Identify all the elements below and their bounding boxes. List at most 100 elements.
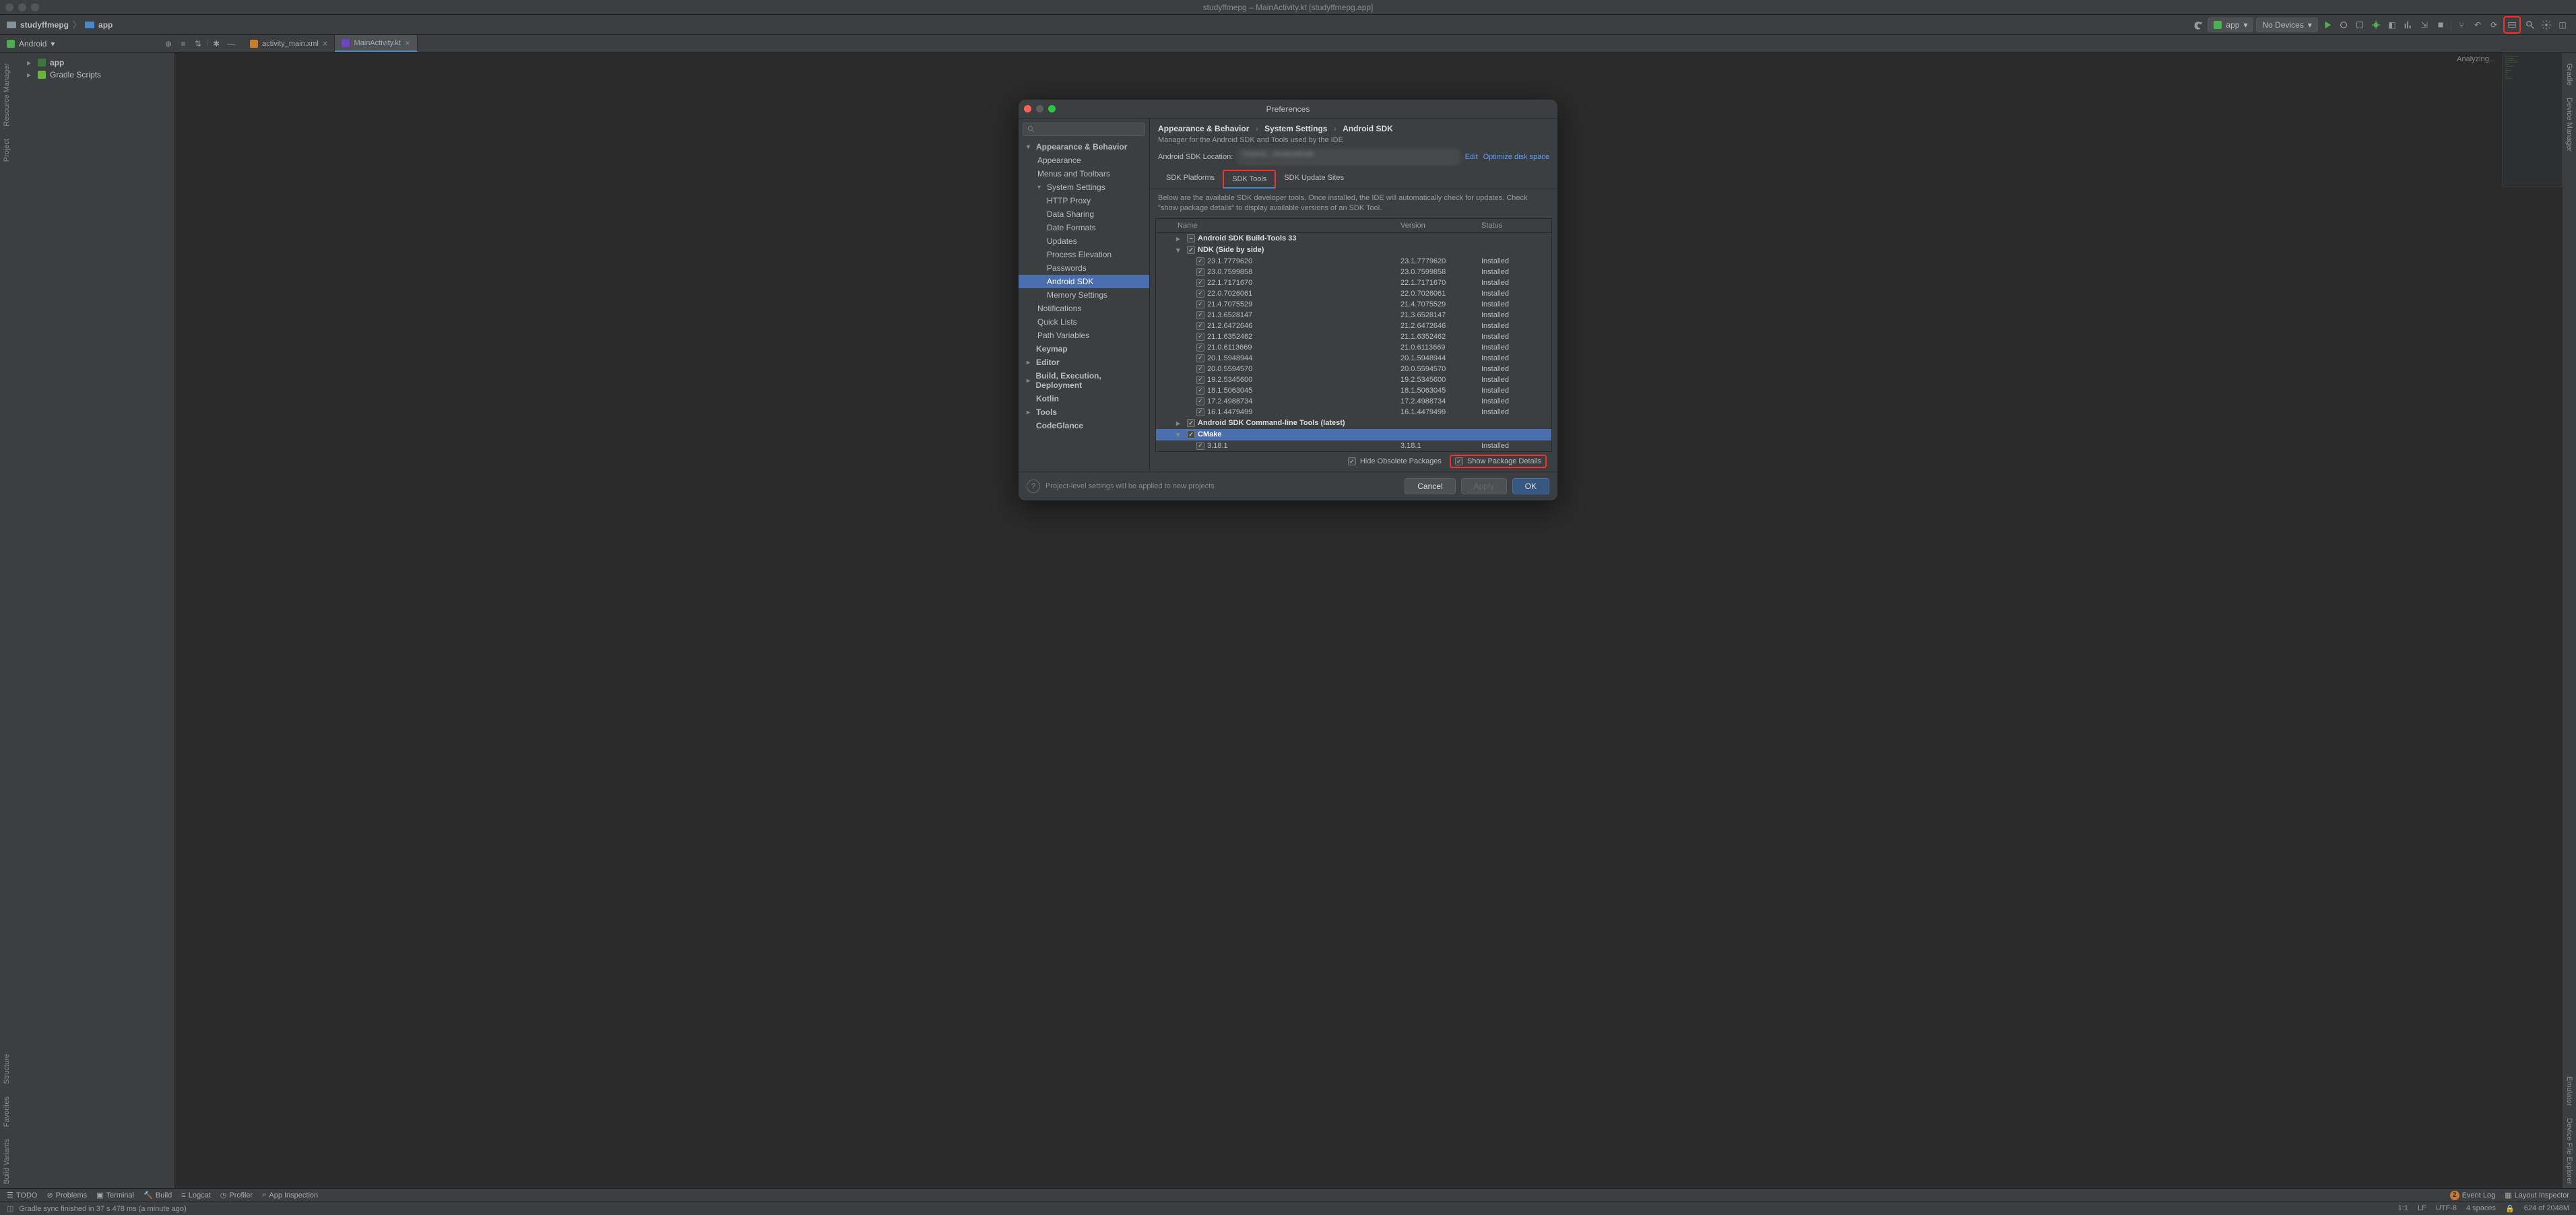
package-item-21-4-7075529[interactable]: 21.4.707552921.4.7075529Installed [1156,299,1551,310]
help-icon[interactable]: ? [1027,480,1040,493]
checkbox-icon[interactable] [1455,457,1463,465]
checkbox-icon[interactable] [1196,279,1204,287]
checkbox-icon[interactable] [1187,430,1195,438]
settings-item-android-sdk[interactable]: Android SDK [1019,275,1149,288]
lock-icon[interactable]: 🔒 [2505,1204,2515,1213]
settings-item-http-proxy[interactable]: HTTP Proxy [1019,194,1149,207]
max-dot[interactable] [31,3,39,11]
checkbox-icon[interactable] [1196,343,1204,352]
tool-profiler[interactable]: ◷ Profiler [220,1191,253,1200]
col-status[interactable]: Status [1477,219,1551,232]
ok-button[interactable]: OK [1512,478,1549,494]
checkbox-icon[interactable] [1196,322,1204,330]
git-icon[interactable]: ⑂ [2455,18,2468,32]
bc-b[interactable]: System Settings [1264,124,1327,133]
cancel-button[interactable]: Cancel [1405,478,1455,494]
package-item-18-1-5063045[interactable]: 18.1.506304518.1.5063045Installed [1156,385,1551,396]
settings-item-notifications[interactable]: Notifications [1019,302,1149,315]
chevron-icon[interactable]: ▸ [1176,234,1184,243]
checkbox-icon[interactable] [1196,311,1204,319]
package-item-23-1-7779620[interactable]: 23.1.777962023.1.7779620Installed [1156,256,1551,267]
status-encoding[interactable]: UTF-8 [2436,1204,2457,1213]
settings-item-appearance-behavior[interactable]: ▾Appearance & Behavior [1019,140,1149,154]
package-group-cmake[interactable]: ▾CMake [1156,429,1551,440]
apply-button[interactable]: Apply [1461,478,1507,494]
debug-icon[interactable] [2369,18,2383,32]
package-group-android-sdk-build-tools-33[interactable]: ▸Android SDK Build-Tools 33 [1156,233,1551,244]
col-name[interactable]: Name [1156,219,1396,232]
package-item-19-2-5345600[interactable]: 19.2.534560019.2.5345600Installed [1156,374,1551,385]
user-icon[interactable]: ◫ [2556,18,2569,32]
checkbox-icon[interactable] [1196,268,1204,276]
chevron-icon[interactable]: ▾ [1037,184,1044,191]
checkbox-icon[interactable] [1187,234,1195,242]
tool-event-log[interactable]: 2 Event Log [2450,1191,2496,1200]
chevron-icon[interactable]: ▸ [1027,409,1033,416]
settings-tree[interactable]: ▾Appearance & BehaviorAppearanceMenus an… [1019,140,1149,471]
run-config-select[interactable]: app ▾ [2208,18,2253,32]
checkbox-icon[interactable] [1196,290,1204,298]
status-position[interactable]: 1:1 [2398,1204,2408,1213]
settings-item-menus-and-toolbars[interactable]: Menus and Toolbars [1019,167,1149,180]
settings-item-path-variables[interactable]: Path Variables [1019,329,1149,342]
history-icon[interactable]: ⟳ [2487,18,2501,32]
package-item-22-0-7026061[interactable]: 22.0.702606122.0.7026061Installed [1156,288,1551,299]
locate-icon[interactable]: ⊕ [162,37,175,51]
status-line-sep[interactable]: LF [2418,1204,2426,1213]
checkbox-icon[interactable] [1196,408,1204,416]
settings-item-editor[interactable]: ▸Editor [1019,356,1149,369]
tool-build[interactable]: 🔨 Build [143,1191,172,1200]
checkbox-icon[interactable] [1196,333,1204,341]
settings-item-quick-lists[interactable]: Quick Lists [1019,315,1149,329]
apply-changes-icon[interactable] [2337,18,2350,32]
checkbox-icon[interactable] [1196,300,1204,308]
settings-item-date-formats[interactable]: Date Formats [1019,221,1149,234]
tab-activity-main-xml[interactable]: activity_main.xml × [243,35,335,52]
tab-sdk-update-sites[interactable]: SDK Update Sites [1276,170,1352,189]
settings-item-appearance[interactable]: Appearance [1019,154,1149,167]
optimize-link[interactable]: Optimize disk space [1483,153,1549,161]
min-dot[interactable] [18,3,26,11]
sdk-location-input[interactable]: /Users/.../Android/sdk [1238,150,1459,164]
package-group-android-sdk-command-line-tools-latest-[interactable]: ▸Android SDK Command-line Tools (latest) [1156,418,1551,429]
col-version[interactable]: Version [1396,219,1477,232]
settings-item-tools[interactable]: ▸Tools [1019,405,1149,419]
settings-item-system-settings[interactable]: ▾System Settings [1019,180,1149,194]
show-package-details-check[interactable]: Show Package Details [1450,455,1547,468]
close-icon[interactable]: × [405,38,410,48]
checkbox-icon[interactable] [1196,397,1204,405]
hide-icon[interactable]: — [224,37,238,51]
settings-item-data-sharing[interactable]: Data Sharing [1019,207,1149,221]
close-dot[interactable] [5,3,13,11]
settings-item-build-execution-deployment[interactable]: ▸Build, Execution, Deployment [1019,369,1149,392]
chevron-icon[interactable]: ▾ [1176,246,1184,255]
package-item-20-0-5594570[interactable]: 20.0.559457020.0.5594570Installed [1156,364,1551,374]
settings-item-codeglance[interactable]: CodeGlance [1019,419,1149,432]
sync-icon[interactable] [2191,18,2205,32]
settings-item-kotlin[interactable]: Kotlin [1019,392,1149,405]
sdk-manager-icon[interactable] [2505,18,2519,32]
package-table[interactable]: Name Version Status ▸Android SDK Build-T… [1155,218,1552,452]
search-icon[interactable] [2523,18,2537,32]
tool-app-inspection[interactable]: ⌕ App Inspection [262,1191,318,1200]
collapse-icon[interactable]: ⇅ [191,37,205,51]
tool-logcat[interactable]: ≡ Logcat [181,1191,210,1200]
dialog-traffic-lights[interactable] [1024,105,1056,112]
settings-item-updates[interactable]: Updates [1019,234,1149,248]
project-view-selector[interactable]: Android ▾ [0,39,162,48]
expand-icon[interactable]: ≡ [176,37,190,51]
revert-icon[interactable]: ↶ [2471,18,2484,32]
tool-problems[interactable]: ⊘ Problems [46,1191,87,1200]
attach-icon[interactable]: ⇲ [2418,18,2431,32]
close-icon[interactable]: × [323,38,328,48]
breadcrumb-module[interactable]: app [98,20,112,30]
package-item-22-1-7171670[interactable]: 22.1.717167022.1.7171670Installed [1156,277,1551,288]
package-item-21-3-6528147[interactable]: 21.3.652814721.3.6528147Installed [1156,310,1551,321]
checkbox-icon[interactable] [1196,387,1204,395]
tool-layout-inspector[interactable]: ▦ Layout Inspector [2505,1191,2569,1200]
edit-link[interactable]: Edit [1465,153,1478,161]
stop-icon[interactable] [2434,18,2447,32]
checkbox-icon[interactable] [1196,354,1204,362]
chevron-icon[interactable]: ▸ [1027,377,1033,385]
checkbox-icon[interactable] [1196,376,1204,384]
